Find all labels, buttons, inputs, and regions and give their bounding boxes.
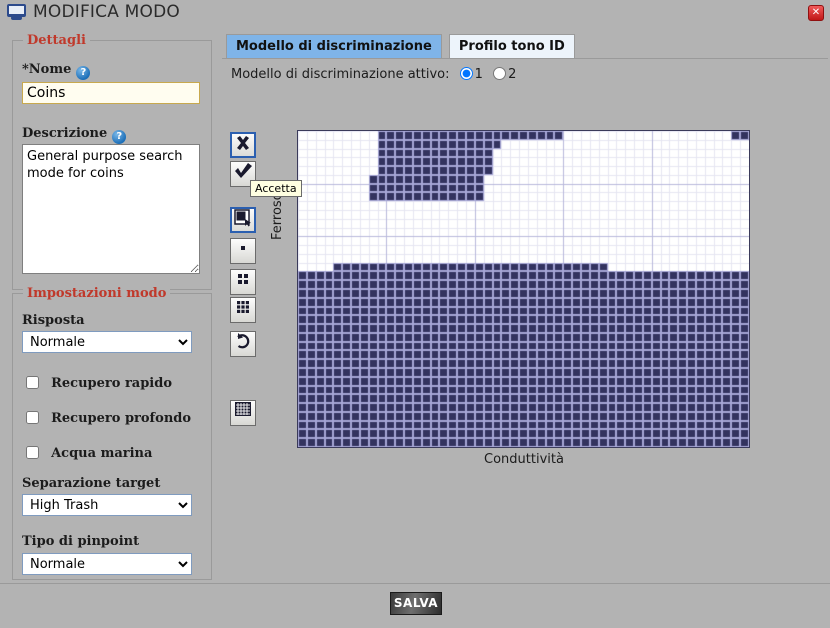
active-model-label: Modello di discriminazione attivo: xyxy=(231,67,450,82)
check-mark-icon xyxy=(231,162,255,180)
sea-water-checkbox[interactable] xyxy=(26,446,39,459)
active-model-option-1: 1 xyxy=(474,67,483,82)
tab-modello-discriminazione[interactable]: Modello di discriminazione xyxy=(226,34,442,59)
save-button[interactable]: SALVA xyxy=(390,592,442,615)
deep-recovery-label: Recupero profondo xyxy=(51,411,192,426)
grid-fill-icon xyxy=(231,401,255,417)
fast-recovery-checkbox[interactable] xyxy=(26,376,39,389)
description-label-text: Descrizione xyxy=(22,126,108,141)
description-label: Descrizione? xyxy=(22,126,127,144)
details-legend: Dettagli xyxy=(23,33,90,48)
fast-recovery-label: Recupero rapido xyxy=(51,376,173,391)
page-title: MODIFICA MODO xyxy=(33,2,180,22)
modifica-modo-window: MODIFICA MODO ✕ Dettagli *Nome? Descrizi… xyxy=(0,0,830,628)
help-icon-name[interactable]: ? xyxy=(76,66,91,80)
tab-profilo-tono-id[interactable]: Profilo tono ID xyxy=(448,34,575,59)
pinpoint-type-select[interactable]: Normale xyxy=(22,553,192,575)
chart-y-axis-label: Ferroso xyxy=(270,192,285,240)
brush-1x1-tool[interactable] xyxy=(230,238,256,264)
active-model-radio-1[interactable] xyxy=(459,67,473,80)
title-bar: MODIFICA MODO ✕ xyxy=(0,0,830,26)
chart-x-axis-label: Conduttività xyxy=(484,452,564,467)
deep-recovery-checkbox[interactable] xyxy=(26,411,39,424)
nine-cell-icon xyxy=(231,298,255,316)
lasso-tool[interactable] xyxy=(230,207,256,233)
target-separation-label: Separazione target xyxy=(22,476,161,491)
name-label-text: *Nome xyxy=(22,62,72,77)
active-model-option-2: 2 xyxy=(508,67,517,82)
four-cell-icon xyxy=(231,270,255,288)
description-textarea[interactable] xyxy=(22,144,200,274)
response-select[interactable]: Normale xyxy=(22,331,192,353)
target-separation-select[interactable]: High Trash xyxy=(22,494,192,516)
tab-bar: Modello di discriminazione Profilo tono … xyxy=(226,34,577,59)
mode-settings-legend: Impostazioni modo xyxy=(23,286,171,301)
help-icon-description[interactable]: ? xyxy=(112,130,127,144)
undo-button[interactable] xyxy=(230,331,256,357)
region-select-icon xyxy=(232,209,254,227)
sea-water-row[interactable]: Acqua marina xyxy=(26,442,152,461)
active-model-radio-2[interactable] xyxy=(493,67,507,80)
monitor-icon xyxy=(7,4,26,21)
brush-3x3-tool[interactable] xyxy=(230,297,256,323)
fast-recovery-row[interactable]: Recupero rapido xyxy=(26,372,172,391)
deep-recovery-row[interactable]: Recupero profondo xyxy=(26,407,191,426)
tab-underline xyxy=(222,58,828,59)
brush-2x2-tool[interactable] xyxy=(230,269,256,295)
undo-arrow-icon xyxy=(231,332,255,350)
discrimination-pattern-grid[interactable] xyxy=(297,130,750,448)
footer-divider xyxy=(0,583,830,584)
fill-grid-button[interactable] xyxy=(230,400,256,426)
close-icon[interactable]: ✕ xyxy=(808,5,824,21)
name-input[interactable] xyxy=(22,82,200,104)
name-label: *Nome? xyxy=(22,62,91,80)
active-model-row: Modello di discriminazione attivo: 1 2 xyxy=(231,67,516,82)
accept-tooltip: Accetta xyxy=(250,180,302,197)
pinpoint-type-label: Tipo di pinpoint xyxy=(22,534,140,549)
response-label: Risposta xyxy=(22,313,85,328)
sea-water-label: Acqua marina xyxy=(51,446,153,461)
reject-button[interactable] xyxy=(230,132,256,158)
single-cell-icon xyxy=(231,239,255,257)
grid-canvas[interactable] xyxy=(298,131,749,447)
x-mark-icon xyxy=(232,134,254,152)
